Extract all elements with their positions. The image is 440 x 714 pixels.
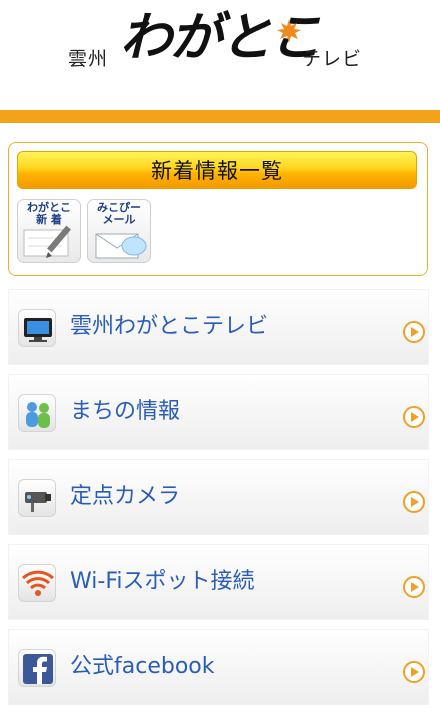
- chevron-right-icon: [403, 406, 425, 428]
- tv-icon: [18, 309, 56, 347]
- menu-item-fixed-camera[interactable]: 定点カメラ: [8, 459, 429, 535]
- people-icon: [18, 394, 56, 432]
- menu-label-wifi-spot: Wi-Fiスポット接続: [70, 569, 255, 594]
- menu-item-facebook[interactable]: 公式facebook: [8, 629, 429, 705]
- mikopi-mail-label: みこぴー メール: [97, 201, 141, 226]
- header: 雲州 わがとこ テレビ: [0, 0, 440, 110]
- camera-icon: [18, 479, 56, 517]
- menu-label-facebook: 公式facebook: [70, 654, 215, 679]
- chevron-right-icon: [403, 321, 425, 343]
- facebook-icon: [18, 649, 56, 687]
- menu-item-wifi-spot[interactable]: Wi-Fiスポット接続: [8, 544, 429, 620]
- mikopi-mail-tile[interactable]: みこぴー メール: [87, 199, 151, 263]
- wifi-icon: [18, 564, 56, 602]
- menu-label-fixed-camera: 定点カメラ: [70, 484, 181, 509]
- wagatoko-news-label: わがとこ 新 着: [27, 201, 71, 226]
- maple-leaf-icon: [277, 19, 301, 43]
- logo-text-left: 雲州: [68, 48, 109, 70]
- menu-item-wagatoko-tv[interactable]: 雲州わがとこテレビ: [8, 289, 429, 365]
- main-menu: 雲州わがとこテレビ まちの情報 定点カメラ Wi-Fiスポット接続 公式face…: [8, 289, 429, 714]
- header-accent-bar: [0, 110, 440, 123]
- chevron-right-icon: [403, 661, 425, 683]
- chevron-right-icon: [403, 576, 425, 598]
- news-panel: 新着情報一覧 わがとこ 新 着 みこぴー メール: [8, 142, 428, 276]
- menu-label-wagatoko-tv: 雲州わがとこテレビ: [70, 314, 269, 339]
- menu-label-town-info: まちの情報: [70, 399, 181, 424]
- wagatoko-news-tile[interactable]: わがとこ 新 着: [17, 199, 81, 263]
- logo-text-right: テレビ: [302, 48, 363, 70]
- news-list-button[interactable]: 新着情報一覧: [17, 151, 417, 189]
- menu-item-town-info[interactable]: まちの情報: [8, 374, 429, 450]
- chevron-right-icon: [403, 491, 425, 513]
